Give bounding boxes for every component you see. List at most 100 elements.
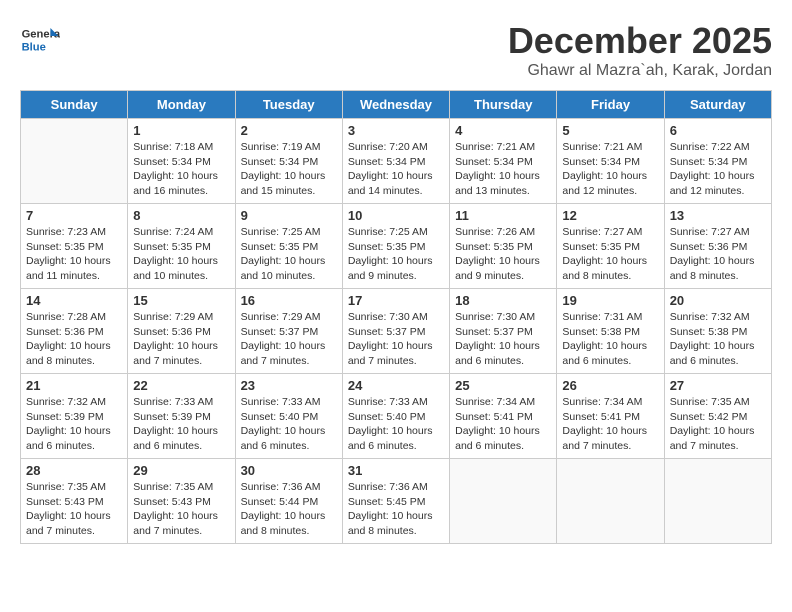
col-header-monday: Monday [128,91,235,119]
day-number: 8 [133,208,229,223]
day-number: 24 [348,378,444,393]
calendar-week-row: 21 Sunrise: 7:32 AMSunset: 5:39 PMDayligh… [21,374,772,459]
day-number: 31 [348,463,444,478]
day-info: Sunrise: 7:36 AMSunset: 5:44 PMDaylight:… [241,480,337,539]
day-info: Sunrise: 7:31 AMSunset: 5:38 PMDaylight:… [562,310,658,369]
calendar-cell: 11 Sunrise: 7:26 AMSunset: 5:35 PMDayligh… [450,204,557,289]
day-info: Sunrise: 7:21 AMSunset: 5:34 PMDaylight:… [562,140,658,199]
day-number: 1 [133,123,229,138]
day-number: 16 [241,293,337,308]
day-info: Sunrise: 7:25 AMSunset: 5:35 PMDaylight:… [348,225,444,284]
calendar-cell [557,459,664,544]
calendar-cell: 27Sunrise: 7:35 AMSunset: 5:42 PMDayligh… [664,374,771,459]
calendar-cell: 1 Sunrise: 7:18 AMSunset: 5:34 PMDaylight… [128,119,235,204]
day-number: 17 [348,293,444,308]
day-info: Sunrise: 7:29 AMSunset: 5:36 PMDaylight:… [133,310,229,369]
calendar-cell: 17Sunrise: 7:30 AMSunset: 5:37 PMDayligh… [342,289,449,374]
calendar-cell [664,459,771,544]
day-info: Sunrise: 7:30 AMSunset: 5:37 PMDaylight:… [455,310,551,369]
calendar-cell: 25Sunrise: 7:34 AMSunset: 5:41 PMDayligh… [450,374,557,459]
day-number: 30 [241,463,337,478]
calendar-cell: 16 Sunrise: 7:29 AMSunset: 5:37 PMDayligh… [235,289,342,374]
calendar-cell: 29Sunrise: 7:35 AMSunset: 5:43 PMDayligh… [128,459,235,544]
day-number: 21 [26,378,122,393]
calendar-cell: 14 Sunrise: 7:28 AMSunset: 5:36 PMDayligh… [21,289,128,374]
logo-icon: General Blue [20,20,60,60]
day-number: 27 [670,378,766,393]
day-number: 4 [455,123,551,138]
day-number: 20 [670,293,766,308]
calendar-cell [21,119,128,204]
day-info: Sunrise: 7:25 AMSunset: 5:35 PMDaylight:… [241,225,337,284]
day-number: 6 [670,123,766,138]
col-header-saturday: Saturday [664,91,771,119]
col-header-wednesday: Wednesday [342,91,449,119]
calendar-table: SundayMondayTuesdayWednesdayThursdayFrid… [20,90,772,544]
calendar-cell: 19 Sunrise: 7:31 AMSunset: 5:38 PMDayligh… [557,289,664,374]
day-info: Sunrise: 7:33 AMSunset: 5:39 PMDaylight:… [133,395,229,454]
day-number: 22 [133,378,229,393]
day-number: 14 [26,293,122,308]
day-info: Sunrise: 7:28 AMSunset: 5:36 PMDaylight:… [26,310,122,369]
day-number: 23 [241,378,337,393]
day-number: 28 [26,463,122,478]
day-info: Sunrise: 7:20 AMSunset: 5:34 PMDaylight:… [348,140,444,199]
calendar-cell: 18 Sunrise: 7:30 AMSunset: 5:37 PMDayligh… [450,289,557,374]
day-number: 29 [133,463,229,478]
day-number: 12 [562,208,658,223]
calendar-cell: 21 Sunrise: 7:32 AMSunset: 5:39 PMDayligh… [21,374,128,459]
calendar-week-row: 1 Sunrise: 7:18 AMSunset: 5:34 PMDaylight… [21,119,772,204]
day-info: Sunrise: 7:34 AMSunset: 5:41 PMDaylight:… [562,395,658,454]
calendar-cell: 23Sunrise: 7:33 AMSunset: 5:40 PMDayligh… [235,374,342,459]
calendar-cell: 22 Sunrise: 7:33 AMSunset: 5:39 PMDayligh… [128,374,235,459]
day-info: Sunrise: 7:29 AMSunset: 5:37 PMDaylight:… [241,310,337,369]
day-info: Sunrise: 7:18 AMSunset: 5:34 PMDaylight:… [133,140,229,199]
day-number: 18 [455,293,551,308]
day-info: Sunrise: 7:26 AMSunset: 5:35 PMDaylight:… [455,225,551,284]
calendar-cell: 2Sunrise: 7:19 AMSunset: 5:34 PMDaylight… [235,119,342,204]
day-number: 19 [562,293,658,308]
calendar-cell: 7Sunrise: 7:23 AMSunset: 5:35 PMDaylight… [21,204,128,289]
svg-text:Blue: Blue [22,41,46,53]
day-number: 9 [241,208,337,223]
day-number: 15 [133,293,229,308]
calendar-cell: 4 Sunrise: 7:21 AMSunset: 5:34 PMDaylight… [450,119,557,204]
title-block: December 2025 Ghawr al Mazra`ah, Karak, … [508,20,772,80]
day-info: Sunrise: 7:27 AMSunset: 5:36 PMDaylight:… [670,225,766,284]
calendar-week-row: 28 Sunrise: 7:35 AMSunset: 5:43 PMDayligh… [21,459,772,544]
calendar-cell: 13 Sunrise: 7:27 AMSunset: 5:36 PMDayligh… [664,204,771,289]
col-header-sunday: Sunday [21,91,128,119]
month-title: December 2025 [508,20,772,62]
calendar-cell: 28 Sunrise: 7:35 AMSunset: 5:43 PMDayligh… [21,459,128,544]
day-info: Sunrise: 7:22 AMSunset: 5:34 PMDaylight:… [670,140,766,199]
day-number: 25 [455,378,551,393]
day-number: 13 [670,208,766,223]
day-info: Sunrise: 7:21 AMSunset: 5:34 PMDaylight:… [455,140,551,199]
calendar-cell: 8 Sunrise: 7:24 AMSunset: 5:35 PMDaylight… [128,204,235,289]
day-info: Sunrise: 7:19 AMSunset: 5:34 PMDaylight:… [241,140,337,199]
calendar-cell: 6 Sunrise: 7:22 AMSunset: 5:34 PMDaylight… [664,119,771,204]
day-number: 26 [562,378,658,393]
calendar-cell: 3 Sunrise: 7:20 AMSunset: 5:34 PMDaylight… [342,119,449,204]
day-info: Sunrise: 7:35 AMSunset: 5:43 PMDaylight:… [26,480,122,539]
calendar-cell: 26 Sunrise: 7:34 AMSunset: 5:41 PMDayligh… [557,374,664,459]
day-info: Sunrise: 7:36 AMSunset: 5:45 PMDaylight:… [348,480,444,539]
col-header-thursday: Thursday [450,91,557,119]
calendar-week-row: 14 Sunrise: 7:28 AMSunset: 5:36 PMDayligh… [21,289,772,374]
page-header: General Blue December 2025 Ghawr al Mazr… [20,20,772,80]
calendar-cell: 30 Sunrise: 7:36 AMSunset: 5:44 PMDayligh… [235,459,342,544]
day-number: 11 [455,208,551,223]
calendar-cell: 12 Sunrise: 7:27 AMSunset: 5:35 PMDayligh… [557,204,664,289]
calendar-cell: 9 Sunrise: 7:25 AMSunset: 5:35 PMDaylight… [235,204,342,289]
day-number: 5 [562,123,658,138]
day-info: Sunrise: 7:24 AMSunset: 5:35 PMDaylight:… [133,225,229,284]
calendar-cell: 10Sunrise: 7:25 AMSunset: 5:35 PMDayligh… [342,204,449,289]
day-number: 3 [348,123,444,138]
day-number: 7 [26,208,122,223]
day-info: Sunrise: 7:32 AMSunset: 5:39 PMDaylight:… [26,395,122,454]
calendar-cell: 15 Sunrise: 7:29 AMSunset: 5:36 PMDayligh… [128,289,235,374]
calendar-cell: 31 Sunrise: 7:36 AMSunset: 5:45 PMDayligh… [342,459,449,544]
col-header-tuesday: Tuesday [235,91,342,119]
location: Ghawr al Mazra`ah, Karak, Jordan [508,62,772,80]
day-info: Sunrise: 7:27 AMSunset: 5:35 PMDaylight:… [562,225,658,284]
